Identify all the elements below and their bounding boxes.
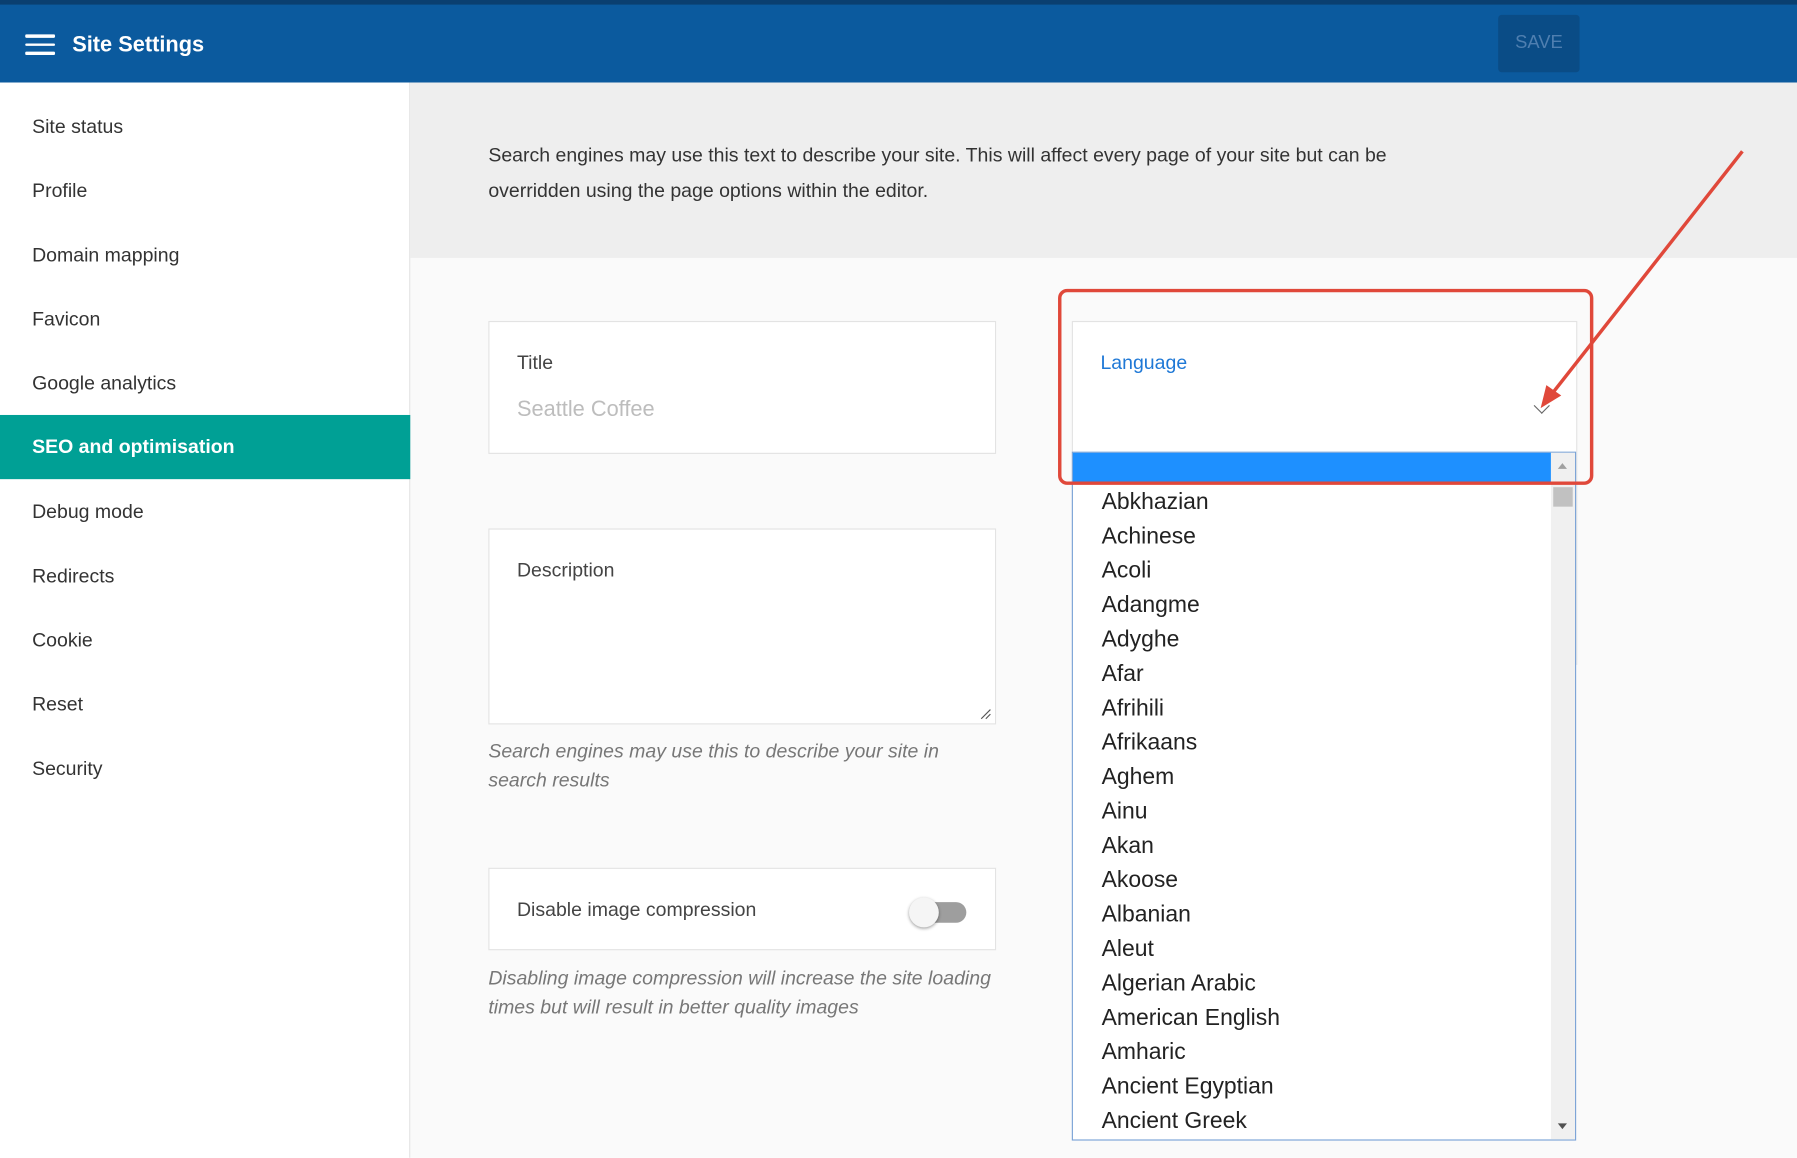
dropdown-option[interactable]: American English [1102,1001,1280,1035]
dropdown-option[interactable]: Afrikaans [1102,726,1280,760]
save-button[interactable]: SAVE [1498,14,1580,73]
sidebar-item-reset[interactable]: Reset [0,673,410,737]
dropdown-option[interactable]: Ancient Egyptian [1102,1069,1280,1103]
dropdown-option[interactable]: Acoli [1102,554,1280,588]
sidebar: Site status Profile Domain mapping Favic… [0,82,411,1158]
sidebar-item-seo[interactable]: SEO and optimisation [0,414,411,480]
dropdown-option[interactable]: Ancient Greek [1102,1104,1280,1138]
dropdown-option[interactable]: Akoose [1102,863,1280,897]
sidebar-item-cookie[interactable]: Cookie [0,609,410,673]
dropdown-option[interactable]: Aleut [1102,932,1280,966]
compression-hint: Disabling image compression will increas… [488,967,991,1018]
toggle-thumb[interactable] [909,897,939,928]
dropdown-options: Abkhazian Achinese Acoli Adangme Adyghe … [1102,485,1280,1138]
dropdown-option[interactable]: Adangme [1102,588,1280,622]
sidebar-item-profile[interactable]: Profile [0,159,410,223]
dropdown-scrollbar[interactable] [1550,452,1576,1140]
dropdown-option[interactable]: Akan [1102,829,1280,863]
dropdown-option[interactable]: Adyghe [1102,622,1280,656]
intro-panel: Search engines may use this text to desc… [410,82,1797,258]
sidebar-item-security[interactable]: Security [0,737,410,801]
language-dropdown[interactable]: Abkhazian Achinese Acoli Adangme Adyghe … [1071,451,1577,1141]
title-label: Title [516,351,554,374]
dropdown-option[interactable]: Albanian [1102,898,1280,932]
description-label: Description [516,559,615,582]
dropdown-option[interactable]: Achinese [1102,519,1280,553]
sidebar-item-favicon[interactable]: Favicon [0,288,410,352]
description-field[interactable]: Description [488,528,997,725]
sidebar-item-redirects[interactable]: Redirects [0,544,410,608]
page-title: Site Settings [72,33,205,58]
sidebar-item-google-analytics[interactable]: Google analytics [0,352,410,416]
scroll-down-icon[interactable] [1557,1123,1567,1130]
compression-card: Disable image compression [488,867,997,951]
annotation-highlight-box [1058,288,1594,485]
resize-handle-icon[interactable] [980,708,991,720]
description-hint: Search engines may use this to describe … [488,740,939,791]
dropdown-option[interactable]: Amharic [1102,1035,1280,1069]
dropdown-option[interactable]: Afar [1102,657,1280,691]
top-bar: Site Settings SAVE [0,0,1797,83]
sidebar-item-debug-mode[interactable]: Debug mode [0,480,410,544]
hamburger-menu-icon[interactable] [25,34,56,55]
sidebar-item-site-status[interactable]: Site status [0,95,410,159]
compression-label: Disable image compression [516,898,757,921]
title-field[interactable]: Title Seattle Coffee [488,320,997,454]
dropdown-option[interactable]: Afrihili [1102,691,1280,725]
scroll-thumb[interactable] [1553,487,1573,507]
app: Site Settings SAVE Site status Profile D… [0,0,1797,1158]
dropdown-option[interactable]: Abkhazian [1102,485,1280,519]
title-input[interactable]: Seattle Coffee [517,398,655,423]
dropdown-option[interactable]: Aghem [1102,760,1280,794]
intro-text: Search engines may use this text to desc… [488,144,1387,202]
dropdown-option[interactable]: Algerian Arabic [1102,966,1280,1000]
dropdown-option[interactable]: Ainu [1102,794,1280,828]
sidebar-item-domain-mapping[interactable]: Domain mapping [0,224,410,288]
